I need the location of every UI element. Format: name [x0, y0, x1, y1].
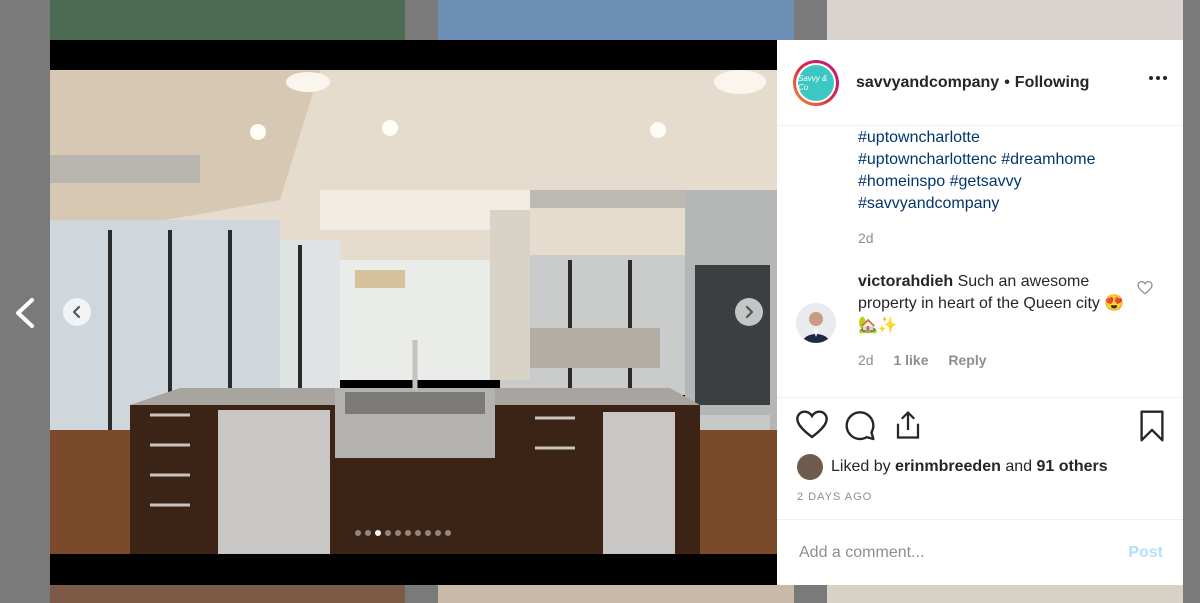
carousel-dot [405, 530, 411, 536]
kitchen-photo [50, 70, 777, 554]
comments-section[interactable]: #uptowncharlotte #uptowncharlottenc #dre… [777, 127, 1183, 397]
post-comment-button[interactable]: Post [1128, 544, 1163, 562]
heart-icon [1137, 280, 1153, 295]
background-tile [50, 585, 405, 603]
carousel-dot [415, 530, 421, 536]
hashtag-line[interactable]: #savvyandcompany [858, 193, 1095, 215]
carousel-next-button[interactable] [735, 298, 763, 326]
carousel-dot [395, 530, 401, 536]
carousel-dot [445, 530, 451, 536]
comment-button[interactable] [843, 408, 877, 442]
commenter-avatar[interactable] [796, 303, 836, 343]
carousel-dot [375, 530, 381, 536]
comment-like-button[interactable] [1137, 280, 1153, 300]
comment-meta: 2d 1 like Reply [858, 352, 1003, 368]
comment-likes[interactable]: 1 like [893, 352, 928, 368]
carousel-indicator [355, 530, 451, 536]
chevron-left-icon [72, 305, 81, 319]
liker-avatar[interactable] [797, 454, 823, 480]
background-tile [50, 0, 405, 40]
brand-logo: Savvy & Co [798, 64, 834, 101]
background-tile [827, 585, 1183, 603]
comment-bubble-icon [845, 411, 875, 441]
share-button[interactable] [891, 408, 925, 442]
caption-timestamp[interactable]: 2d [858, 230, 874, 246]
bookmark-icon [1140, 410, 1164, 442]
post-sidebar: Savvy & Co savvyandcompany • Following #… [777, 40, 1183, 585]
commenter-username[interactable]: victorahdieh [858, 273, 953, 290]
post-header: Savvy & Co savvyandcompany • Following [777, 40, 1183, 126]
likes-summary: Liked by erinmbreeden and 91 others [797, 454, 1108, 480]
caption-hashtags: #uptowncharlotte #uptowncharlottenc #dre… [858, 127, 1095, 215]
liker-username[interactable]: erinmbreeden [895, 458, 1001, 476]
author-username[interactable]: savvyandcompany [856, 74, 999, 92]
comment-composer: Post [777, 519, 1183, 585]
background-tile [438, 585, 794, 603]
hashtag-line[interactable]: #uptowncharlottenc #dreamhome [858, 149, 1095, 171]
hashtag-line[interactable]: #homeinspo #getsavvy [858, 171, 1095, 193]
header-separator: • [1004, 73, 1010, 91]
background-tile [438, 0, 794, 40]
comment-body: victorahdieh Such an awesome property in… [858, 271, 1128, 337]
share-icon [896, 411, 920, 439]
carousel-dot [365, 530, 371, 536]
avatar-frame: Savvy & Co [796, 62, 836, 103]
save-button[interactable] [1139, 410, 1165, 447]
post-photo [50, 70, 777, 554]
comment-timestamp[interactable]: 2d [858, 352, 874, 368]
likes-others[interactable]: 91 others [1036, 458, 1107, 476]
likes-prefix: Liked by [831, 458, 891, 475]
post-media [50, 40, 777, 585]
post-date[interactable]: 2 DAYS AGO [797, 491, 872, 503]
post-actions: Liked by erinmbreeden and 91 others 2 DA… [777, 397, 1183, 538]
more-options-icon[interactable] [1149, 76, 1167, 80]
carousel-dot [355, 530, 361, 536]
carousel-prev-button[interactable] [63, 298, 91, 326]
previous-post-button[interactable] [12, 296, 40, 335]
like-button[interactable] [795, 408, 829, 442]
chevron-left-icon [16, 298, 34, 328]
reply-button[interactable]: Reply [948, 352, 986, 368]
hashtag-line[interactable]: #uptowncharlotte [858, 127, 1095, 149]
likes-middle: and [1005, 458, 1033, 475]
post-modal: Savvy & Co savvyandcompany • Following #… [50, 40, 1183, 585]
background-tile [827, 0, 1183, 40]
chevron-right-icon [745, 305, 754, 319]
following-button[interactable]: Following [1015, 74, 1090, 92]
author-avatar[interactable]: Savvy & Co [793, 59, 839, 106]
carousel-dot [435, 530, 441, 536]
carousel-dot [385, 530, 391, 536]
carousel-dot [425, 530, 431, 536]
comment-input[interactable] [797, 542, 1129, 563]
heart-icon [796, 410, 828, 439]
person-avatar-image [796, 303, 836, 343]
